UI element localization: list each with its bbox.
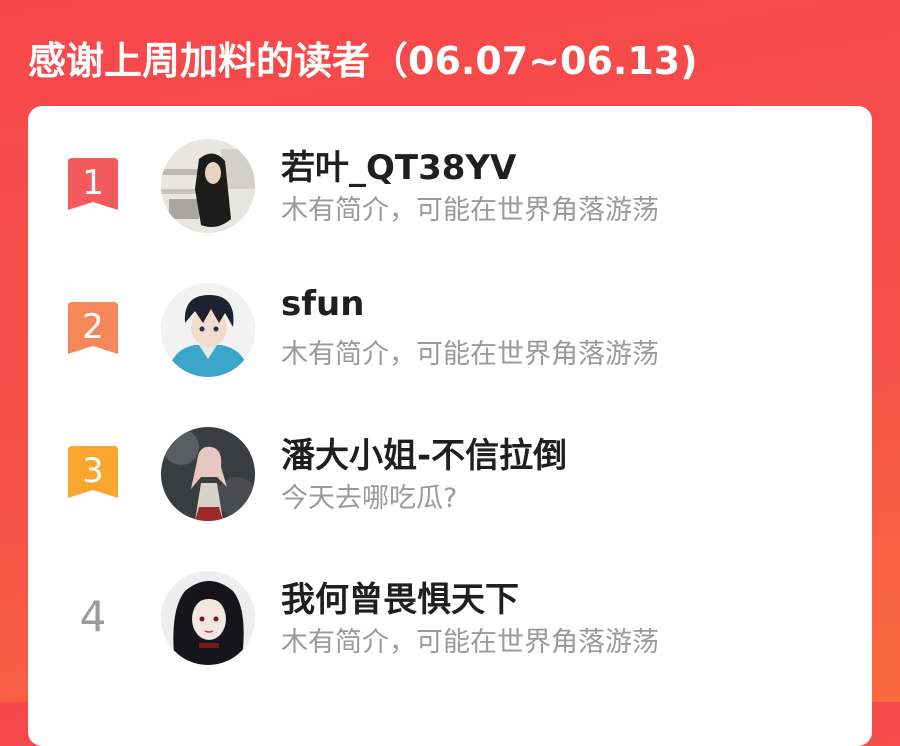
reader-bio: 木有简介，可能在世界角落游荡 xyxy=(281,195,659,226)
reader-row[interactable]: 3 潘大小姐-不信拉倒 今天去哪吃瓜? xyxy=(28,422,872,532)
girl-classroom-avatar-icon xyxy=(161,139,255,233)
page-title: 感谢上周加料的读者（06.07~06.13) xyxy=(28,39,698,83)
anime-boy-hoodie-avatar-icon xyxy=(161,283,255,377)
reader-name[interactable]: 若叶_QT38YV xyxy=(281,140,516,189)
reader-bio: 今天去哪吃瓜? xyxy=(281,483,458,514)
anime-dark-hair-avatar-icon xyxy=(161,571,255,665)
reader-avatar[interactable] xyxy=(161,139,255,233)
reader-name[interactable]: 我何曾畏惧天下 xyxy=(281,572,519,621)
rank-number: 1 xyxy=(82,163,104,203)
rank-number: 3 xyxy=(82,451,104,491)
rank-3-ribbon-icon: 3 xyxy=(68,446,118,502)
reader-bio: 木有简介，可能在世界角落游荡 xyxy=(281,627,659,658)
rank-2-ribbon-icon: 2 xyxy=(68,302,118,358)
reader-row[interactable]: 4 我何曾畏惧天下 木有简介，可能在世界角落游荡 xyxy=(28,566,872,676)
anime-girl-dress-avatar-icon xyxy=(161,427,255,521)
rank-number: 4 xyxy=(79,592,107,641)
reader-avatar[interactable] xyxy=(161,283,255,377)
reader-row[interactable]: 2 sfun 木有简介，可能在世界角落游荡 xyxy=(28,278,872,388)
reader-avatar[interactable] xyxy=(161,571,255,665)
reader-row[interactable]: 1 若叶_QT38YV 木有简介，可能在世界角落游荡 xyxy=(28,134,872,244)
reader-list-card: 1 若叶_QT38YV 木有简介，可能在世界角落游荡 2 sfun 木有简介，可… xyxy=(28,106,872,746)
rank-1-ribbon-icon: 1 xyxy=(68,158,118,214)
reader-name[interactable]: 潘大小姐-不信拉倒 xyxy=(281,428,567,477)
reader-bio: 木有简介，可能在世界角落游荡 xyxy=(281,339,659,370)
rank-number: 2 xyxy=(82,307,104,347)
reader-name[interactable]: sfun xyxy=(281,284,364,324)
reader-avatar[interactable] xyxy=(161,427,255,521)
